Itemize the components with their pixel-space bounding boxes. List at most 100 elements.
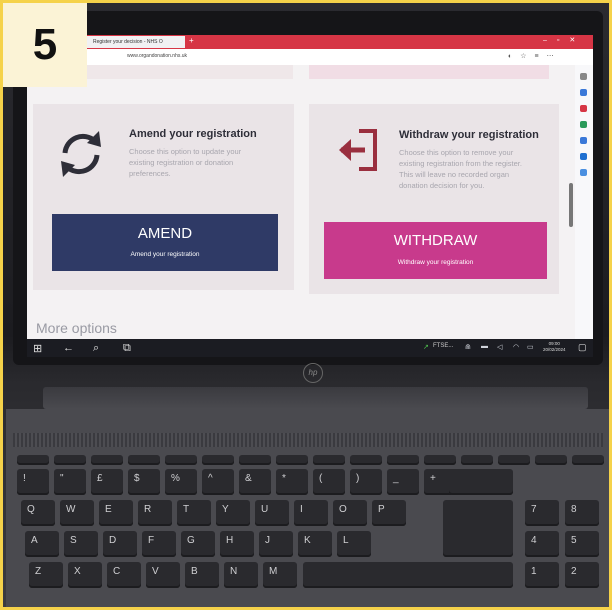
laptop-photo: Register your decision - NHS O + –▫✕ www… <box>3 3 609 607</box>
function-key[interactable] <box>239 455 271 465</box>
key-c[interactable]: C <box>107 562 141 588</box>
wifi-icon[interactable]: ◠ <box>513 343 519 351</box>
key-h[interactable]: H <box>220 531 254 557</box>
key-[interactable]: % <box>165 469 197 495</box>
sidebar-app-icon[interactable] <box>580 137 587 144</box>
key-x[interactable]: X <box>68 562 102 588</box>
notifications-icon[interactable]: ▢ <box>578 342 587 353</box>
sidebar-app-icon[interactable] <box>580 89 587 96</box>
function-key[interactable] <box>572 455 604 465</box>
shift-key[interactable] <box>303 562 513 588</box>
key-[interactable]: ^ <box>202 469 234 495</box>
function-key[interactable] <box>17 455 49 465</box>
numpad-key-1[interactable]: 1 <box>525 562 559 588</box>
task-view-icon[interactable]: ⧉ <box>123 342 131 355</box>
key-[interactable]: _ <box>387 469 419 495</box>
key-m[interactable]: M <box>263 562 297 588</box>
backspace-key[interactable] <box>449 469 513 495</box>
key-z[interactable]: Z <box>29 562 63 588</box>
key-w[interactable]: W <box>60 500 94 526</box>
function-key[interactable] <box>54 455 86 465</box>
key-label: _ <box>393 473 399 484</box>
function-key[interactable] <box>165 455 197 465</box>
key-b[interactable]: B <box>185 562 219 588</box>
key-label: B <box>191 566 198 577</box>
network-icon[interactable]: ⋒ <box>465 343 471 351</box>
key-[interactable]: ) <box>350 469 382 495</box>
function-key[interactable] <box>461 455 493 465</box>
sidebar-app-icon[interactable] <box>580 153 587 160</box>
back-arrow-icon[interactable]: ← <box>63 342 74 354</box>
key-label: N <box>230 566 238 577</box>
window-controls[interactable]: –▫✕ <box>543 36 585 44</box>
windows-start-icon[interactable]: ⊞ <box>33 342 42 355</box>
key-s[interactable]: S <box>64 531 98 557</box>
key-k[interactable]: K <box>298 531 332 557</box>
browser-toolbar-icons[interactable]: ◐☆≡⋯ <box>508 52 562 60</box>
key-f[interactable]: F <box>142 531 176 557</box>
stock-chart-icon[interactable]: ↗ <box>423 343 429 351</box>
keyboard-icon[interactable]: ▭ <box>527 343 534 351</box>
function-key[interactable] <box>350 455 382 465</box>
sidebar-app-icon[interactable] <box>580 121 587 128</box>
key-[interactable]: $ <box>128 469 160 495</box>
key-q[interactable]: Q <box>21 500 55 526</box>
function-key[interactable] <box>313 455 345 465</box>
function-key[interactable] <box>202 455 234 465</box>
key-label: W <box>66 504 76 515</box>
key-[interactable]: ( <box>313 469 345 495</box>
key-[interactable]: ! <box>17 469 49 495</box>
key-d[interactable]: D <box>103 531 137 557</box>
function-key[interactable] <box>91 455 123 465</box>
function-key[interactable] <box>498 455 530 465</box>
function-key[interactable] <box>424 455 456 465</box>
step-number-badge: 5 <box>3 3 87 87</box>
url-text[interactable]: www.organdonation.nhs.uk <box>127 53 187 59</box>
key-[interactable]: * <box>276 469 308 495</box>
volume-icon[interactable]: ◁ <box>497 343 502 351</box>
browser-tab[interactable]: Register your decision - NHS O <box>87 36 185 48</box>
function-key[interactable] <box>128 455 160 465</box>
key-y[interactable]: Y <box>216 500 250 526</box>
key-label: 2 <box>571 566 577 577</box>
withdraw-button[interactable]: WITHDRAW Withdraw your registration <box>324 222 547 279</box>
numpad-key-8[interactable]: 8 <box>565 500 599 526</box>
key-a[interactable]: A <box>25 531 59 557</box>
function-key[interactable] <box>535 455 567 465</box>
key-e[interactable]: E <box>99 500 133 526</box>
sidebar-search-icon[interactable] <box>580 73 587 80</box>
search-icon[interactable]: ⌕ <box>93 342 99 355</box>
enter-key[interactable] <box>443 500 513 557</box>
key-i[interactable]: I <box>294 500 328 526</box>
key-g[interactable]: G <box>181 531 215 557</box>
page-scrollbar[interactable] <box>569 183 573 227</box>
key-[interactable]: & <box>239 469 271 495</box>
numpad-key-5[interactable]: 5 <box>565 531 599 557</box>
numpad-key-4[interactable]: 4 <box>525 531 559 557</box>
key-u[interactable]: U <box>255 500 289 526</box>
tray-ticker[interactable]: FTSE... <box>433 343 453 349</box>
key-r[interactable]: R <box>138 500 172 526</box>
key-t[interactable]: T <box>177 500 211 526</box>
key-v[interactable]: V <box>146 562 180 588</box>
key-p[interactable]: P <box>372 500 406 526</box>
battery-icon[interactable]: ▬ <box>481 343 488 350</box>
key-o[interactable]: O <box>333 500 367 526</box>
amend-button[interactable]: AMEND Amend your registration <box>52 214 278 271</box>
key-label: ) <box>356 473 360 484</box>
key-l[interactable]: L <box>337 531 371 557</box>
numpad-key-2[interactable]: 2 <box>565 562 599 588</box>
key-[interactable]: " <box>54 469 86 495</box>
key-label: 7 <box>531 504 537 515</box>
sidebar-app-icon[interactable] <box>580 169 587 176</box>
numpad-key-7[interactable]: 7 <box>525 500 559 526</box>
key-[interactable]: £ <box>91 469 123 495</box>
key-j[interactable]: J <box>259 531 293 557</box>
key-n[interactable]: N <box>224 562 258 588</box>
function-key[interactable] <box>276 455 308 465</box>
sidebar-app-icon[interactable] <box>580 105 587 112</box>
function-key[interactable] <box>387 455 419 465</box>
taskbar-clock[interactable]: 09:00 20/02/2024 <box>543 341 566 353</box>
new-tab-icon[interactable]: + <box>189 36 194 45</box>
key-label: C <box>113 566 121 577</box>
